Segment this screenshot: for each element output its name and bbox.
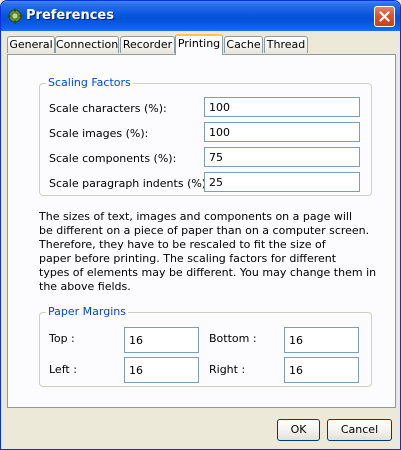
- description-line: the above fields.: [39, 280, 131, 293]
- margin-left-input[interactable]: [124, 357, 199, 383]
- window-title: Preferences: [26, 8, 114, 23]
- tab-printing[interactable]: Printing: [175, 34, 223, 55]
- paper-margins-group: Paper Margins Top : Bottom : Left : Righ…: [39, 305, 372, 387]
- margin-bottom-input[interactable]: [284, 327, 359, 353]
- cancel-button[interactable]: Cancel: [327, 419, 392, 441]
- description-line: The sizes of text, images and components…: [39, 210, 353, 223]
- tab-general[interactable]: General: [7, 36, 55, 53]
- description-line: types of elements may be different. You …: [39, 266, 377, 279]
- close-button[interactable]: [374, 6, 395, 27]
- title-bar[interactable]: Preferences: [1, 1, 400, 31]
- margin-bottom-label: Bottom :: [209, 332, 257, 345]
- description-line: be different on a piece of paper than on…: [39, 224, 370, 237]
- scaling-factors-title: Scaling Factors: [46, 76, 133, 89]
- scale-images-label: Scale images (%):: [49, 127, 149, 140]
- scaling-factors-group: Scaling Factors Scale characters (%): Sc…: [39, 76, 372, 196]
- tab-recorder[interactable]: Recorder: [120, 36, 175, 53]
- scale-paragraph-indents-label: Scale paragraph indents (%):: [49, 177, 210, 190]
- margin-top-input[interactable]: [124, 327, 199, 353]
- description-line: Therefore, they have to be rescaled to f…: [39, 238, 326, 251]
- scale-paragraph-indents-input[interactable]: [204, 172, 360, 192]
- app-icon: [7, 8, 23, 24]
- tab-cache[interactable]: Cache: [224, 36, 263, 53]
- paper-margins-title: Paper Margins: [46, 305, 128, 318]
- tab-connection[interactable]: Connection: [55, 36, 119, 53]
- printing-tab-panel: Scaling Factors Scale characters (%): Sc…: [7, 54, 396, 408]
- close-icon: [379, 11, 390, 22]
- preferences-window: Preferences General Connection Recorder …: [0, 0, 401, 450]
- scaling-description: The sizes of text, images and components…: [39, 210, 379, 294]
- scale-characters-input[interactable]: [204, 97, 360, 117]
- scale-characters-label: Scale characters (%):: [49, 102, 167, 115]
- scale-components-input[interactable]: [204, 147, 360, 167]
- ok-button[interactable]: OK: [277, 419, 320, 441]
- scale-components-label: Scale components (%):: [49, 152, 177, 165]
- description-line: paper before printing. The scaling facto…: [39, 252, 337, 265]
- scale-images-input[interactable]: [204, 122, 360, 142]
- tab-thread[interactable]: Thread: [264, 36, 308, 53]
- margin-left-label: Left :: [49, 363, 77, 376]
- margin-right-input[interactable]: [284, 357, 359, 383]
- margin-top-label: Top :: [49, 332, 75, 345]
- margin-right-label: Right :: [209, 363, 246, 376]
